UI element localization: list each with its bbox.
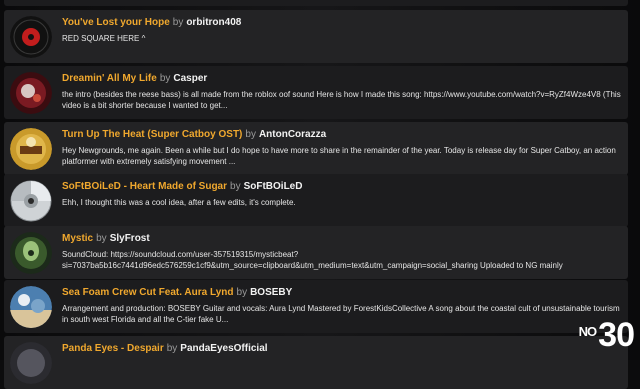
track-icon[interactable] (10, 128, 52, 170)
rank-number: 30 (598, 316, 635, 354)
track-description: Hey Newgrounds, me again. Been a while b… (62, 146, 619, 166)
by-label: by (96, 233, 107, 244)
by-label: by (236, 287, 248, 298)
item-title-line: Mystic by SlyFrost (62, 233, 150, 244)
author-link[interactable]: BOSEBY (250, 287, 292, 298)
rank-badge: NO 30 (578, 316, 635, 354)
by-label: by (245, 129, 256, 140)
track-description: RED SQUARE HERE ^ (62, 34, 146, 43)
track-title-link[interactable]: Turn Up The Heat (Super Catboy OST) (62, 129, 242, 140)
track-description: Arrangement and production: BOSEBY Guita… (62, 304, 622, 324)
list-item[interactable]: Sea Foam Crew Cut Feat. Aura Lynd by BOSEB… (4, 280, 628, 333)
author-link[interactable]: SlyFrost (110, 233, 150, 244)
track-title-link[interactable]: You've Lost your Hope (62, 17, 170, 28)
item-title-line: Dreamin' All My Life by Casper (62, 73, 207, 84)
track-icon[interactable] (10, 16, 52, 58)
author-link[interactable]: SoFtBOiLeD (244, 181, 303, 192)
item-title-line: You've Lost your Hope by orbitron408 (62, 17, 241, 28)
track-icon[interactable] (10, 72, 52, 114)
item-title-line: Panda Eyes - Despair by PandaEyesOfficial (62, 343, 268, 354)
list-item-partial[interactable] (4, 0, 628, 6)
list-item[interactable]: You've Lost your Hope by orbitron408 RED S… (4, 10, 628, 63)
rank-prefix: NO (578, 324, 597, 339)
page-background: You've Lost your Hope by orbitron408 RED S… (0, 0, 640, 389)
track-description: the intro (besides the reese bass) is al… (62, 90, 621, 110)
list-item[interactable]: Mystic by SlyFrost SoundCloud: https://sou… (4, 226, 628, 279)
audio-list: You've Lost your Hope by orbitron408 RED S… (0, 0, 628, 389)
list-item[interactable]: Turn Up The Heat (Super Catboy OST) by Ant… (4, 122, 628, 175)
author-link[interactable]: AntonCorazza (259, 129, 326, 140)
track-icon[interactable] (10, 342, 52, 384)
item-title-line: Sea Foam Crew Cut Feat. Aura Lynd by BOSEB… (62, 287, 292, 298)
cd-icon[interactable] (10, 180, 52, 222)
by-label: by (166, 343, 178, 354)
track-description: SoundCloud: https://soundcloud.com/user-… (62, 250, 563, 270)
by-label: by (172, 17, 184, 28)
track-icon[interactable] (10, 286, 52, 328)
item-title-line: SoFtBOiLeD - Heart Made of Sugar by SoFtBO… (62, 181, 302, 192)
track-title-link[interactable]: Sea Foam Crew Cut Feat. Aura Lynd (62, 287, 234, 298)
track-title-link[interactable]: SoFtBOiLeD - Heart Made of Sugar (62, 181, 227, 192)
track-description: Ehh, I thought this was a cool idea, aft… (62, 198, 296, 207)
track-title-link[interactable]: Dreamin' All My Life (62, 73, 157, 84)
list-item[interactable]: Dreamin' All My Life by Casper the intro (… (4, 66, 628, 119)
track-icon[interactable] (10, 232, 52, 274)
list-item[interactable]: Panda Eyes - Despair by PandaEyesOfficial (4, 336, 628, 389)
author-link[interactable]: Casper (173, 73, 207, 84)
author-link[interactable]: PandaEyesOfficial (180, 343, 267, 354)
track-title-link[interactable]: Mystic (62, 233, 93, 244)
item-title-line: Turn Up The Heat (Super Catboy OST) by Ant… (62, 129, 326, 140)
by-label: by (230, 181, 241, 192)
list-item[interactable]: SoFtBOiLeD - Heart Made of Sugar by SoFtBO… (4, 174, 628, 227)
track-title-link[interactable]: Panda Eyes - Despair (62, 343, 164, 354)
author-link[interactable]: orbitron408 (186, 17, 241, 28)
by-label: by (159, 73, 171, 84)
